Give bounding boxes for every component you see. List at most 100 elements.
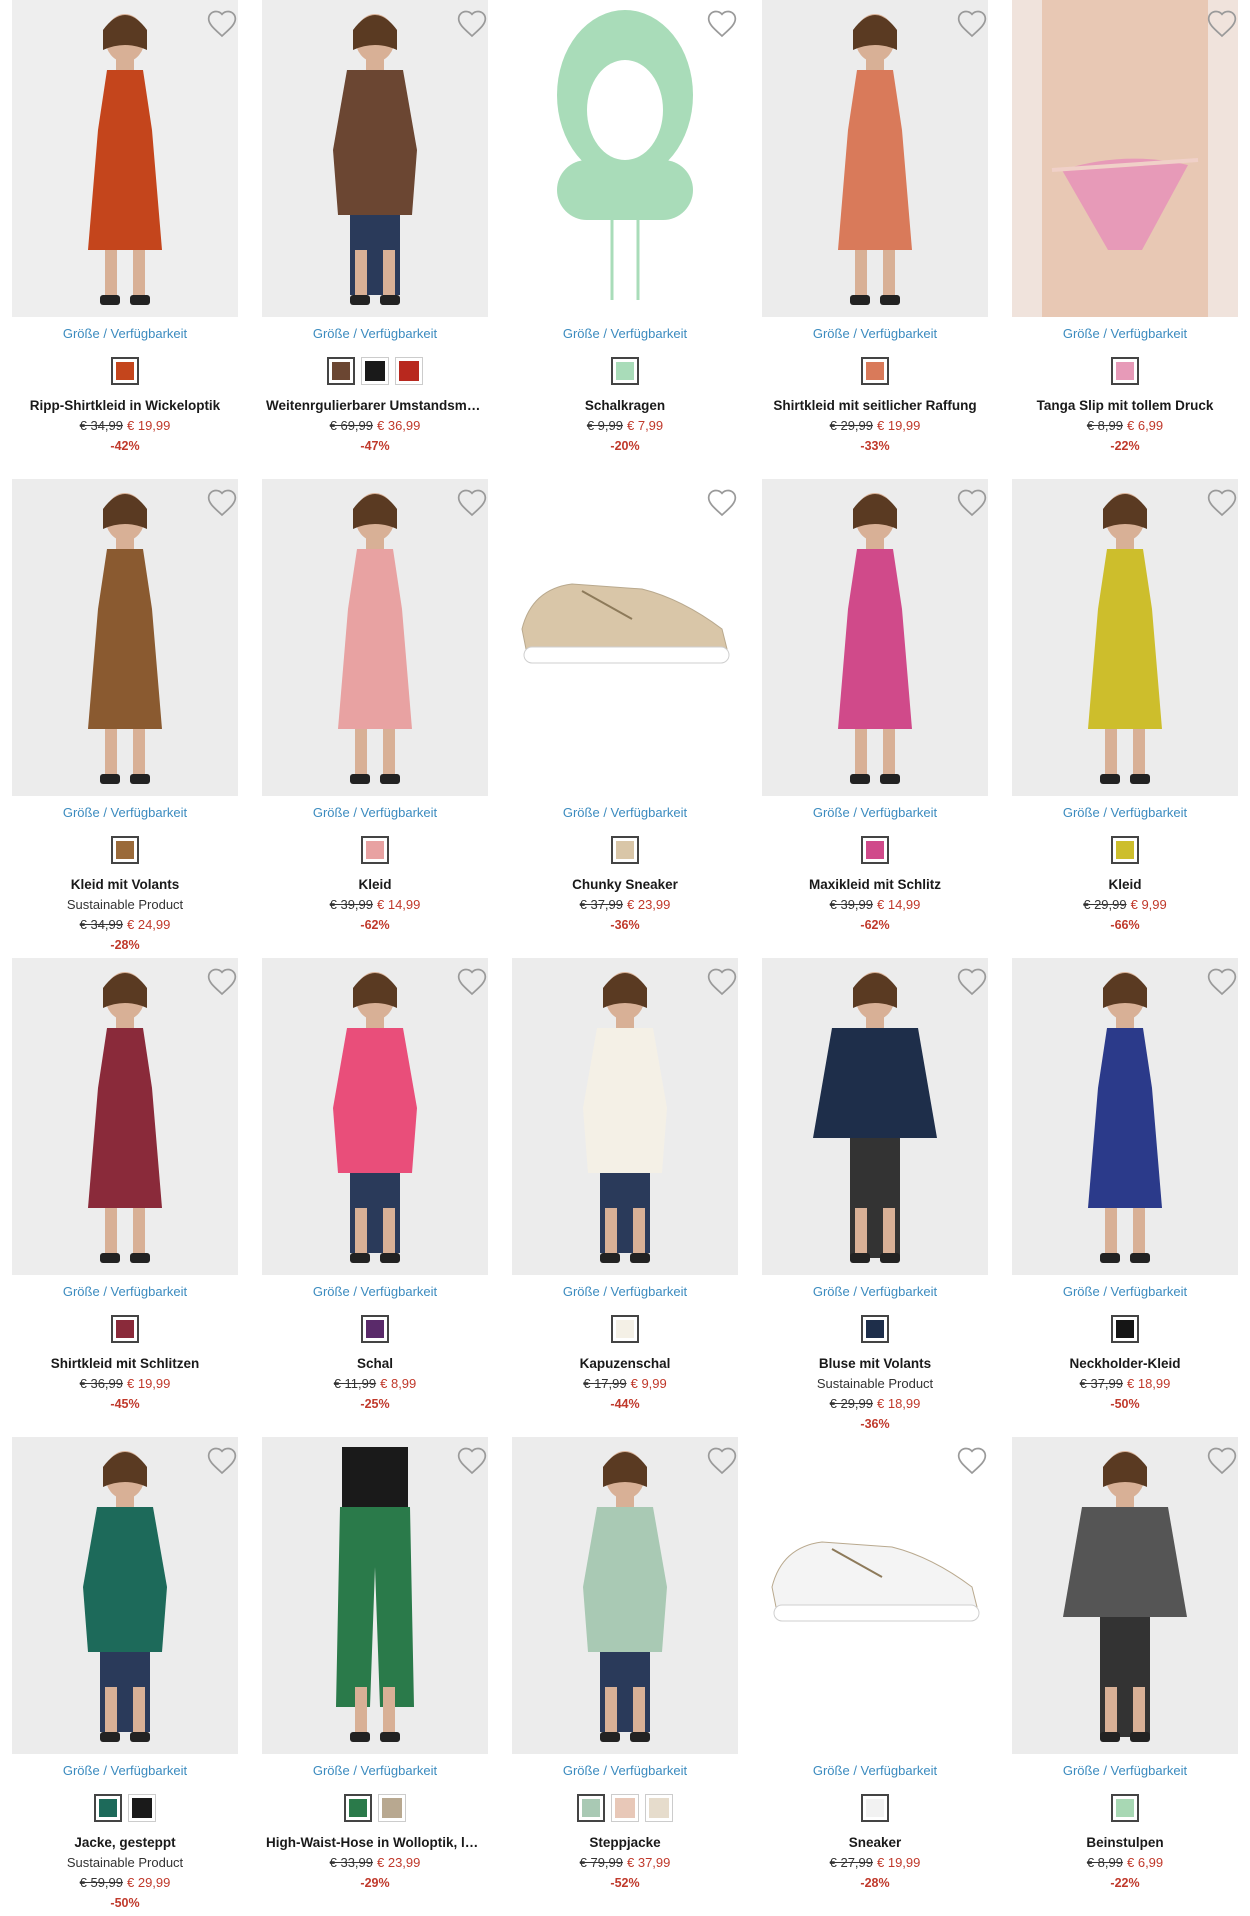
product-name[interactable]: Beinstulpen bbox=[1012, 1833, 1238, 1853]
product-image-area[interactable] bbox=[762, 479, 988, 796]
color-swatch[interactable] bbox=[861, 357, 889, 385]
product-card[interactable]: Größe / Verfügbarkeit Neckholder-Kleid €… bbox=[1012, 958, 1244, 1428]
color-swatch[interactable] bbox=[361, 1315, 389, 1343]
color-swatch[interactable] bbox=[861, 1794, 889, 1822]
color-swatch[interactable] bbox=[861, 1315, 889, 1343]
wishlist-heart-icon[interactable] bbox=[706, 966, 738, 998]
product-name[interactable]: Tanga Slip mit tollem Druck bbox=[1012, 396, 1238, 416]
product-image-area[interactable] bbox=[262, 958, 488, 1275]
color-swatch[interactable] bbox=[611, 836, 639, 864]
color-swatch[interactable] bbox=[577, 1794, 605, 1822]
color-swatch[interactable] bbox=[1111, 836, 1139, 864]
wishlist-heart-icon[interactable] bbox=[956, 1445, 988, 1477]
product-name[interactable]: Kleid bbox=[262, 875, 488, 895]
product-card[interactable]: Größe / Verfügbarkeit High-Waist-Hose in… bbox=[262, 1437, 494, 1907]
product-image-area[interactable] bbox=[1012, 958, 1238, 1275]
product-image-area[interactable] bbox=[762, 1437, 988, 1754]
color-swatch[interactable] bbox=[1111, 1315, 1139, 1343]
wishlist-heart-icon[interactable] bbox=[706, 487, 738, 519]
color-swatch[interactable] bbox=[361, 836, 389, 864]
wishlist-heart-icon[interactable] bbox=[1206, 1445, 1238, 1477]
product-name[interactable]: Shirtkleid mit Schlitzen bbox=[12, 1354, 238, 1374]
product-name[interactable]: Schalkragen bbox=[512, 396, 738, 416]
product-image-area[interactable] bbox=[512, 958, 738, 1275]
wishlist-heart-icon[interactable] bbox=[706, 1445, 738, 1477]
size-availability-link[interactable]: Größe / Verfügbarkeit bbox=[1012, 1284, 1238, 1299]
wishlist-heart-icon[interactable] bbox=[456, 487, 488, 519]
product-name[interactable]: Maxikleid mit Schlitz bbox=[762, 875, 988, 895]
product-card[interactable]: Größe / Verfügbarkeit Kapuzenschal € 17,… bbox=[512, 958, 744, 1428]
product-card[interactable]: Größe / Verfügbarkeit Bluse mit Volants … bbox=[762, 958, 994, 1431]
product-name[interactable]: Kleid mit Volants bbox=[12, 875, 238, 895]
color-swatch[interactable] bbox=[611, 1315, 639, 1343]
product-card[interactable]: Größe / Verfügbarkeit Tanga Slip mit tol… bbox=[1012, 0, 1244, 470]
product-image-area[interactable] bbox=[262, 1437, 488, 1754]
color-swatch[interactable] bbox=[344, 1794, 372, 1822]
product-image-area[interactable] bbox=[12, 1437, 238, 1754]
size-availability-link[interactable]: Größe / Verfügbarkeit bbox=[512, 1284, 738, 1299]
wishlist-heart-icon[interactable] bbox=[1206, 966, 1238, 998]
product-card[interactable]: Größe / Verfügbarkeit Shirtkleid mit sei… bbox=[762, 0, 994, 470]
wishlist-heart-icon[interactable] bbox=[206, 966, 238, 998]
color-swatch[interactable] bbox=[611, 1794, 639, 1822]
product-image-area[interactable] bbox=[262, 0, 488, 317]
product-name[interactable]: Sneaker bbox=[762, 1833, 988, 1853]
color-swatch[interactable] bbox=[94, 1794, 122, 1822]
product-image-area[interactable] bbox=[1012, 479, 1238, 796]
color-swatch[interactable] bbox=[128, 1794, 156, 1822]
product-card[interactable]: Größe / Verfügbarkeit Steppjacke € 79,99… bbox=[512, 1437, 744, 1907]
product-name[interactable]: Neckholder-Kleid bbox=[1012, 1354, 1238, 1374]
color-swatch[interactable] bbox=[611, 357, 639, 385]
color-swatch[interactable] bbox=[111, 836, 139, 864]
product-name[interactable]: Schal bbox=[262, 1354, 488, 1374]
color-swatch[interactable] bbox=[395, 357, 423, 385]
product-card[interactable]: Größe / Verfügbarkeit Kleid € 29,99 € 9,9… bbox=[1012, 479, 1244, 949]
color-swatch[interactable] bbox=[111, 1315, 139, 1343]
size-availability-link[interactable]: Größe / Verfügbarkeit bbox=[12, 1284, 238, 1299]
product-card[interactable]: Größe / Verfügbarkeit Jacke, gesteppt Su… bbox=[12, 1437, 244, 1910]
product-image-area[interactable] bbox=[12, 958, 238, 1275]
size-availability-link[interactable]: Größe / Verfügbarkeit bbox=[1012, 1763, 1238, 1778]
size-availability-link[interactable]: Größe / Verfügbarkeit bbox=[262, 805, 488, 820]
wishlist-heart-icon[interactable] bbox=[956, 8, 988, 40]
size-availability-link[interactable]: Größe / Verfügbarkeit bbox=[12, 805, 238, 820]
product-name[interactable]: Bluse mit Volants bbox=[762, 1354, 988, 1374]
size-availability-link[interactable]: Größe / Verfügbarkeit bbox=[262, 1763, 488, 1778]
size-availability-link[interactable]: Größe / Verfügbarkeit bbox=[762, 326, 988, 341]
product-card[interactable]: Größe / Verfügbarkeit Weitenrgulierbarer… bbox=[262, 0, 494, 470]
product-card[interactable]: Größe / Verfügbarkeit Shirtkleid mit Sch… bbox=[12, 958, 244, 1428]
size-availability-link[interactable]: Größe / Verfügbarkeit bbox=[512, 326, 738, 341]
product-name[interactable]: Shirtkleid mit seitlicher Raffung bbox=[762, 396, 988, 416]
product-card[interactable]: Größe / Verfügbarkeit Kleid mit Volants … bbox=[12, 479, 244, 952]
size-availability-link[interactable]: Größe / Verfügbarkeit bbox=[262, 1284, 488, 1299]
product-card[interactable]: Größe / Verfügbarkeit Schal € 11,99 € 8,9… bbox=[262, 958, 494, 1428]
color-swatch[interactable] bbox=[327, 357, 355, 385]
color-swatch[interactable] bbox=[361, 357, 389, 385]
wishlist-heart-icon[interactable] bbox=[456, 966, 488, 998]
color-swatch[interactable] bbox=[111, 357, 139, 385]
wishlist-heart-icon[interactable] bbox=[206, 487, 238, 519]
wishlist-heart-icon[interactable] bbox=[206, 1445, 238, 1477]
product-card[interactable]: Größe / Verfügbarkeit Maxikleid mit Schl… bbox=[762, 479, 994, 949]
product-image-area[interactable] bbox=[762, 0, 988, 317]
product-card[interactable]: Größe / Verfügbarkeit Schalkragen € 9,99… bbox=[512, 0, 744, 470]
wishlist-heart-icon[interactable] bbox=[706, 8, 738, 40]
product-image-area[interactable] bbox=[1012, 1437, 1238, 1754]
product-card[interactable]: Größe / Verfügbarkeit Sneaker € 27,99 € 1… bbox=[762, 1437, 994, 1907]
product-name[interactable]: Kapuzenschal bbox=[512, 1354, 738, 1374]
product-name[interactable]: High-Waist-Hose in Wolloptik, lang bbox=[262, 1833, 488, 1853]
size-availability-link[interactable]: Größe / Verfügbarkeit bbox=[512, 1763, 738, 1778]
product-name[interactable]: Steppjacke bbox=[512, 1833, 738, 1853]
product-image-area[interactable] bbox=[512, 479, 738, 796]
wishlist-heart-icon[interactable] bbox=[206, 8, 238, 40]
product-image-area[interactable] bbox=[512, 1437, 738, 1754]
color-swatch[interactable] bbox=[1111, 357, 1139, 385]
product-name[interactable]: Ripp-Shirtkleid in Wickeloptik bbox=[12, 396, 238, 416]
product-image-area[interactable] bbox=[262, 479, 488, 796]
product-name[interactable]: Jacke, gesteppt bbox=[12, 1833, 238, 1853]
product-name[interactable]: Kleid bbox=[1012, 875, 1238, 895]
size-availability-link[interactable]: Größe / Verfügbarkeit bbox=[12, 326, 238, 341]
product-image-area[interactable] bbox=[12, 479, 238, 796]
size-availability-link[interactable]: Größe / Verfügbarkeit bbox=[512, 805, 738, 820]
wishlist-heart-icon[interactable] bbox=[1206, 487, 1238, 519]
